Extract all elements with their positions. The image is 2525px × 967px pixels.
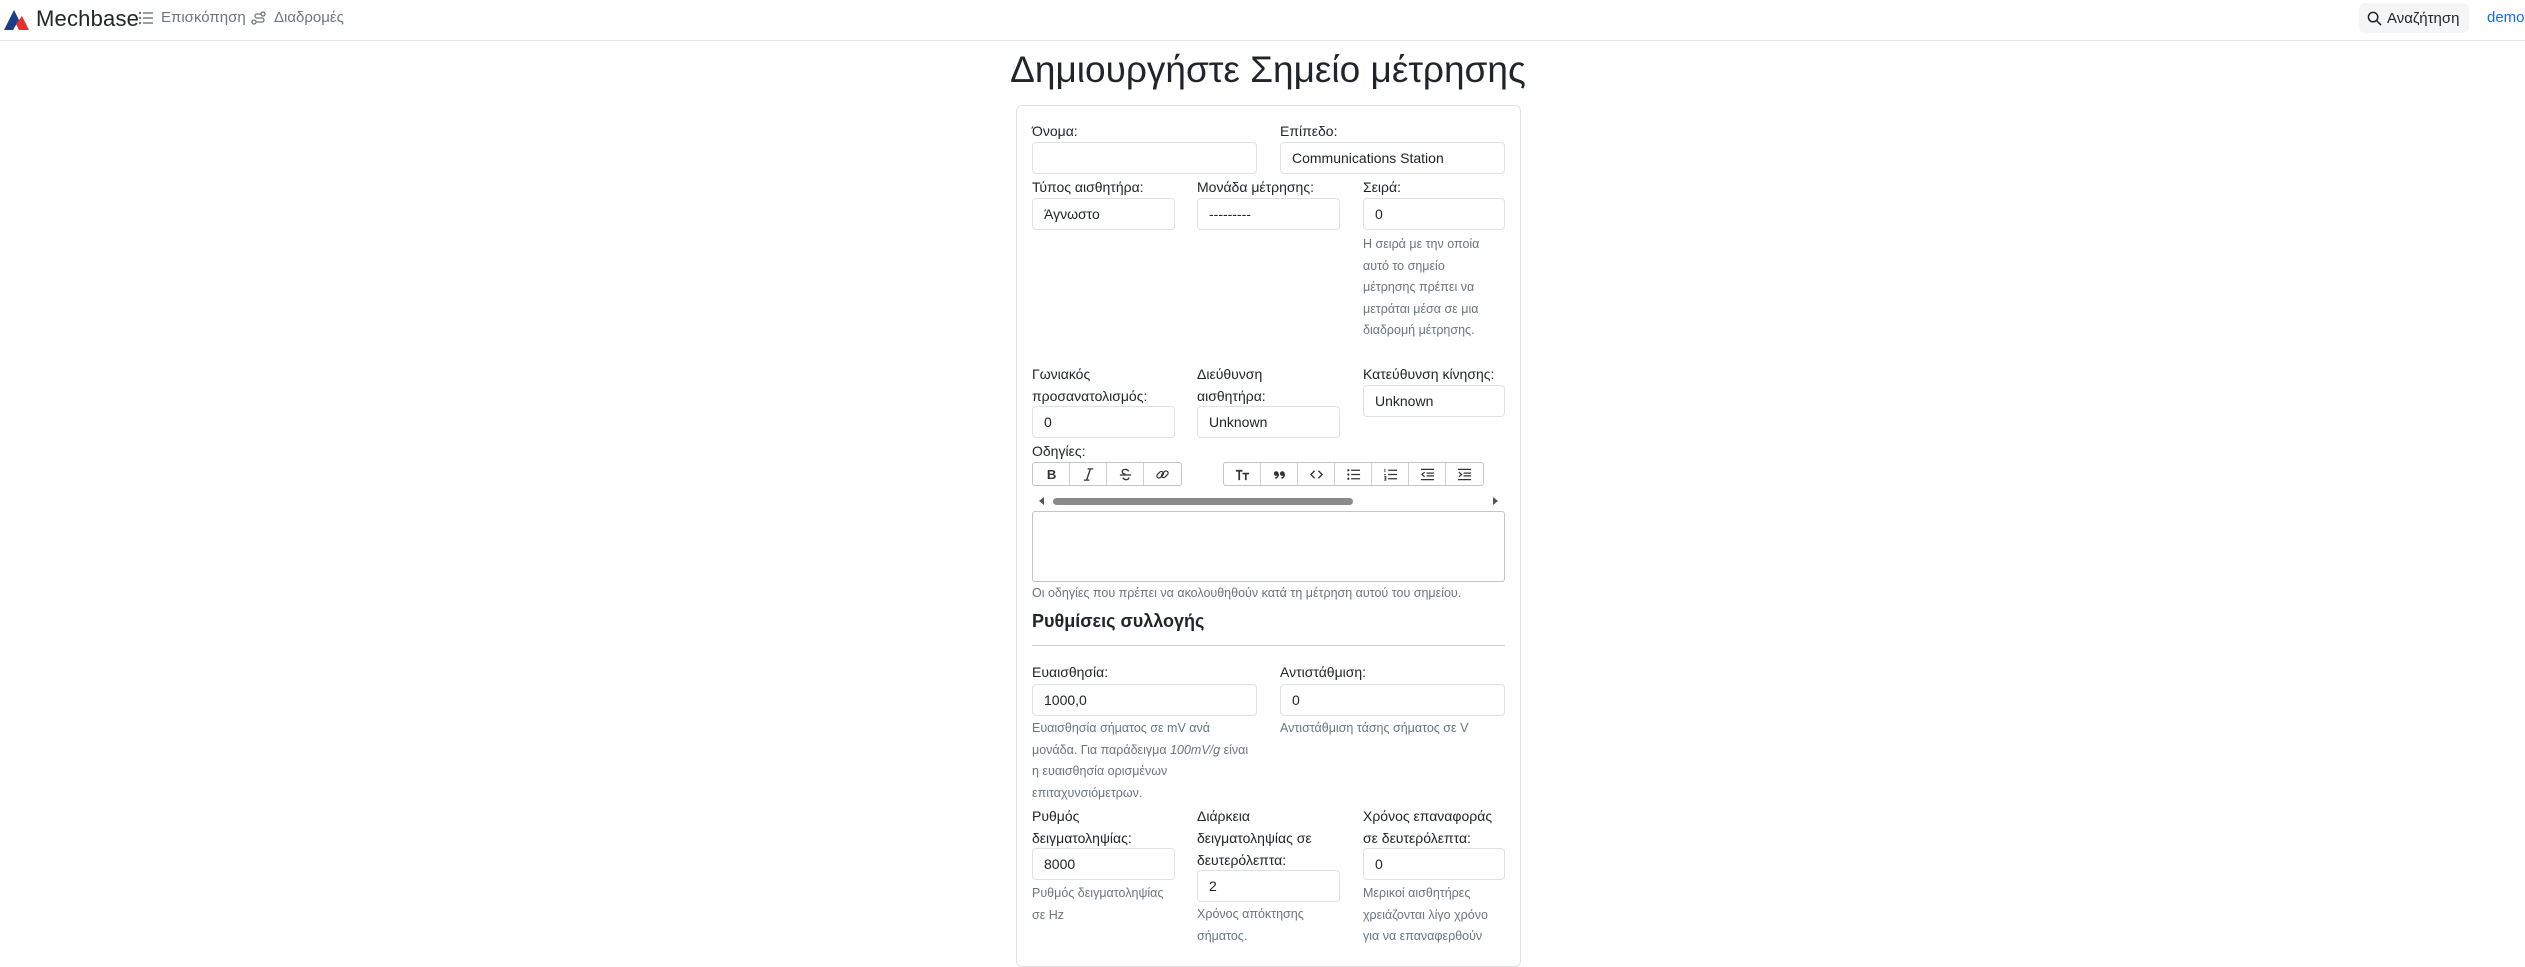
section-divider [1032, 645, 1505, 646]
angular-orientation-input[interactable]: 0 [1032, 406, 1175, 438]
sensitivity-help: Ευαισθησία σήματος σε mV ανά μονάδα. Για… [1032, 721, 1249, 800]
order-help: Η σειρά με την οποία αυτό το σημείο μέτρ… [1363, 237, 1480, 337]
bullet-list-icon [1346, 468, 1360, 480]
collection-settings-heading: Ρυθμίσεις συλλογής [1032, 611, 1205, 631]
outdent-button[interactable] [1409, 463, 1446, 485]
unit-label: Μονάδα μέτρησης: [1197, 179, 1314, 195]
toolbar-scrollbar-thumb[interactable] [1053, 498, 1353, 505]
motion-direction-select[interactable]: Unknown [1363, 385, 1505, 417]
code-icon [1309, 469, 1323, 479]
offset-help: Αντιστάθμιση τάσης σήματος σε V [1280, 721, 1469, 735]
sample-rate-input[interactable]: 8000 [1032, 848, 1175, 880]
quote-button[interactable] [1261, 463, 1298, 485]
name-input[interactable] [1032, 142, 1257, 174]
unit-select[interactable]: --------- [1197, 198, 1340, 230]
instructions-help: Οι οδηγίες που πρέπει να ακολουθηθούν κα… [1032, 586, 1462, 600]
italic-button[interactable] [1070, 463, 1107, 485]
editor-toolbar-format: B [1032, 462, 1182, 486]
italic-icon [1083, 467, 1093, 481]
brand[interactable]: Mechbase [2, 6, 139, 32]
toolbar-scroll-left[interactable] [1039, 497, 1044, 505]
code-button[interactable] [1298, 463, 1335, 485]
nav-routes-label: Διαδρομές [274, 9, 344, 26]
mechbase-logo-icon [4, 10, 29, 30]
nav-overview-label: Επισκόπηση [161, 9, 246, 26]
search-button[interactable]: Αναζήτηση [2359, 3, 2470, 33]
sample-duration-label: Διάρκεια δειγματοληψίας σε δευτερόλεπτα: [1197, 808, 1312, 868]
indent-icon [1457, 468, 1472, 480]
numbered-list-icon [1383, 468, 1397, 481]
bullet-list-button[interactable] [1335, 463, 1372, 485]
heading-button[interactable] [1224, 463, 1261, 485]
sensor-direction-select[interactable]: Unknown [1197, 406, 1340, 438]
numbered-list-button[interactable] [1372, 463, 1409, 485]
name-label: Όνομα: [1032, 123, 1078, 139]
nav-routes[interactable]: Διαδρομές [251, 9, 344, 26]
sample-duration-help: Χρόνος απόκτησης σήματος. [1197, 907, 1304, 943]
quote-icon [1273, 470, 1285, 479]
sample-rate-help: Ρυθμός δειγματοληψίας σε Hz [1032, 886, 1164, 922]
recovery-time-label: Χρόνος επαναφοράς σε δευτερόλεπτα: [1363, 808, 1493, 846]
user-menu-link[interactable]: demo [2487, 9, 2525, 26]
measurement-point-form: Όνομα: Επίπεδο: Communications Station Τ… [1016, 105, 1521, 967]
bold-button[interactable]: B [1033, 463, 1070, 485]
motion-direction-label: Κατεύθυνση κίνησης: [1363, 366, 1495, 382]
instructions-editor[interactable] [1032, 511, 1505, 582]
nav-overview[interactable]: Επισκόπηση [138, 9, 246, 26]
toolbar-scroll-right[interactable] [1493, 497, 1498, 505]
editor-toolbar-blocks [1223, 462, 1484, 486]
svg-text:B: B [1046, 467, 1055, 482]
strikethrough-icon [1119, 468, 1131, 480]
sensor-direction-label: Διεύθυνση αισθητήρα: [1197, 366, 1266, 404]
link-button[interactable] [1144, 463, 1181, 485]
sample-rate-label: Ρυθμός δειγματοληψίας: [1032, 808, 1132, 846]
link-icon [1156, 469, 1169, 479]
brand-name: Mechbase [36, 6, 140, 31]
search-button-label: Αναζήτηση [2387, 9, 2460, 27]
level-select[interactable]: Communications Station [1280, 142, 1505, 174]
instructions-label: Οδηγίες: [1032, 443, 1086, 459]
sensor-type-select[interactable]: Άγνωστο [1032, 198, 1175, 230]
angular-orientation-label: Γωνιακός προσανατολισμός: [1032, 366, 1148, 404]
sensor-type-label: Τύπος αισθητήρα: [1032, 179, 1144, 195]
recovery-time-help: Μερικοί αισθητήρες χρειάζονται λίγο χρόνο… [1363, 886, 1488, 943]
offset-input[interactable]: 0 [1280, 684, 1505, 716]
order-input[interactable]: 0 [1363, 198, 1505, 230]
search-icon [2367, 11, 2382, 26]
sample-duration-input[interactable]: 2 [1197, 870, 1340, 902]
strikethrough-button[interactable] [1107, 463, 1144, 485]
sensitivity-label: Ευαισθησία: [1032, 664, 1109, 680]
order-label: Σειρά: [1363, 179, 1401, 195]
sensitivity-input[interactable]: 1000,0 [1032, 684, 1257, 716]
heading-icon [1235, 469, 1249, 480]
route-icon [251, 10, 266, 25]
recovery-time-input[interactable]: 0 [1363, 848, 1505, 880]
level-label: Επίπεδο: [1280, 123, 1338, 139]
page-title: Δημιουργήστε Σημείο μέτρησης [1010, 49, 1526, 90]
indent-button[interactable] [1446, 463, 1483, 485]
offset-label: Αντιστάθμιση: [1280, 664, 1367, 680]
outdent-icon [1420, 468, 1434, 480]
top-navbar: Mechbase Επισκόπηση Διαδρομές Αναζήτηση … [0, 0, 2525, 41]
list-icon [138, 11, 153, 24]
bold-icon: B [1046, 467, 1055, 482]
